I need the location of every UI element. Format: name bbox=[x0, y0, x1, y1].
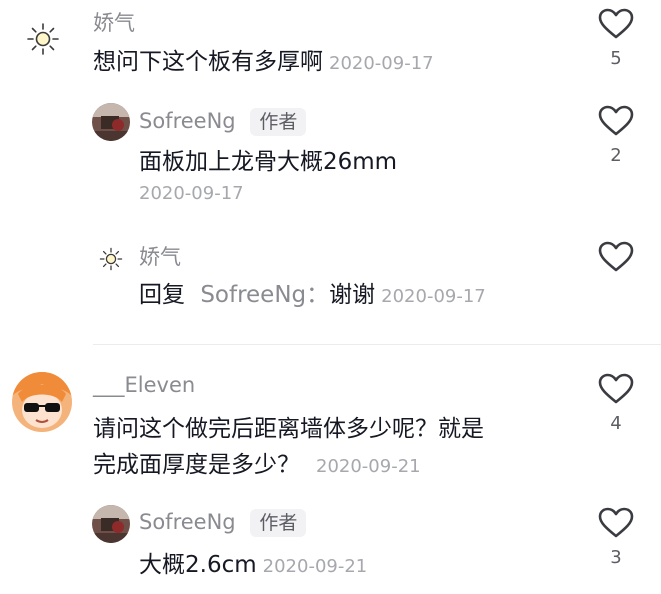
author-badge: 作者 bbox=[250, 108, 307, 136]
sun-avatar-icon[interactable] bbox=[26, 22, 60, 56]
reply-author-row: SofreeNg 作者 bbox=[139, 508, 307, 537]
sun-avatar-icon[interactable] bbox=[99, 247, 123, 271]
reply-prefix: 回复 bbox=[139, 282, 185, 308]
heart-outline-icon bbox=[598, 8, 634, 39]
reply-text-row: 大概2.6cm 2020-09-21 bbox=[139, 547, 367, 585]
like-count: 5 bbox=[610, 48, 622, 69]
reply-author[interactable]: SofreeNg bbox=[139, 510, 236, 534]
comment-text-line-1: 请问这个做完后距离墙体多少呢？就是 bbox=[93, 416, 484, 442]
like-button[interactable] bbox=[596, 241, 636, 273]
comment-author[interactable]: ___Eleven bbox=[93, 373, 195, 397]
like-count: 3 bbox=[610, 547, 622, 568]
like-count: 4 bbox=[610, 413, 622, 434]
comment-text-line-2: 完成面厚度是多少？ bbox=[93, 452, 300, 478]
comment-2: ___Eleven 请问这个做完后距离墙体多少呢？就是 完成面厚度是多少？ 202… bbox=[0, 345, 661, 594]
like-button[interactable]: 4 bbox=[596, 373, 636, 434]
reply-text: 大概2.6cm bbox=[139, 552, 257, 578]
author-badge: 作者 bbox=[250, 509, 307, 537]
reply-author[interactable]: 娇气 bbox=[139, 241, 181, 271]
reply-date: 2020-09-21 bbox=[262, 556, 368, 577]
anime-sunglasses-avatar-icon[interactable] bbox=[12, 372, 72, 432]
reply-date: 2020-09-17 bbox=[381, 286, 486, 307]
like-button[interactable]: 3 bbox=[596, 507, 636, 568]
heart-outline-icon bbox=[598, 105, 634, 136]
comment-date: 2020-09-17 bbox=[329, 53, 434, 74]
reply-text-row: 回复 SofreeNg：谢谢 2020-09-17 bbox=[139, 277, 486, 315]
comment-author[interactable]: 娇气 bbox=[93, 7, 135, 37]
like-button[interactable]: 2 bbox=[596, 105, 636, 166]
heart-outline-icon bbox=[598, 507, 634, 538]
reply-text: 谢谢 bbox=[329, 282, 376, 308]
photo-avatar-icon[interactable] bbox=[92, 505, 130, 543]
like-button[interactable]: 5 bbox=[596, 8, 636, 69]
like-count: 2 bbox=[610, 145, 622, 166]
comment-date: 2020-09-21 bbox=[316, 456, 421, 477]
reply-date: 2020-09-17 bbox=[139, 183, 244, 204]
reply-author[interactable]: SofreeNg bbox=[139, 109, 236, 133]
reply-text: 面板加上龙骨大概26mm bbox=[139, 149, 398, 175]
comment-text: 想问下这个板有多厚啊 bbox=[93, 49, 323, 75]
reply-target[interactable]: SofreeNg： bbox=[200, 282, 329, 308]
photo-avatar-icon[interactable] bbox=[92, 103, 130, 141]
reply-author-row: SofreeNg 作者 bbox=[139, 107, 307, 136]
comment-text-row: 想问下这个板有多厚啊 2020-09-17 bbox=[93, 44, 434, 82]
heart-outline-icon bbox=[598, 373, 634, 404]
comment-1: 娇气 想问下这个板有多厚啊 2020-09-17 5 SofreeNg 作者 面板… bbox=[0, 0, 661, 340]
comment-text-row: 完成面厚度是多少？ 2020-09-21 bbox=[93, 447, 421, 485]
heart-outline-icon bbox=[598, 241, 634, 272]
